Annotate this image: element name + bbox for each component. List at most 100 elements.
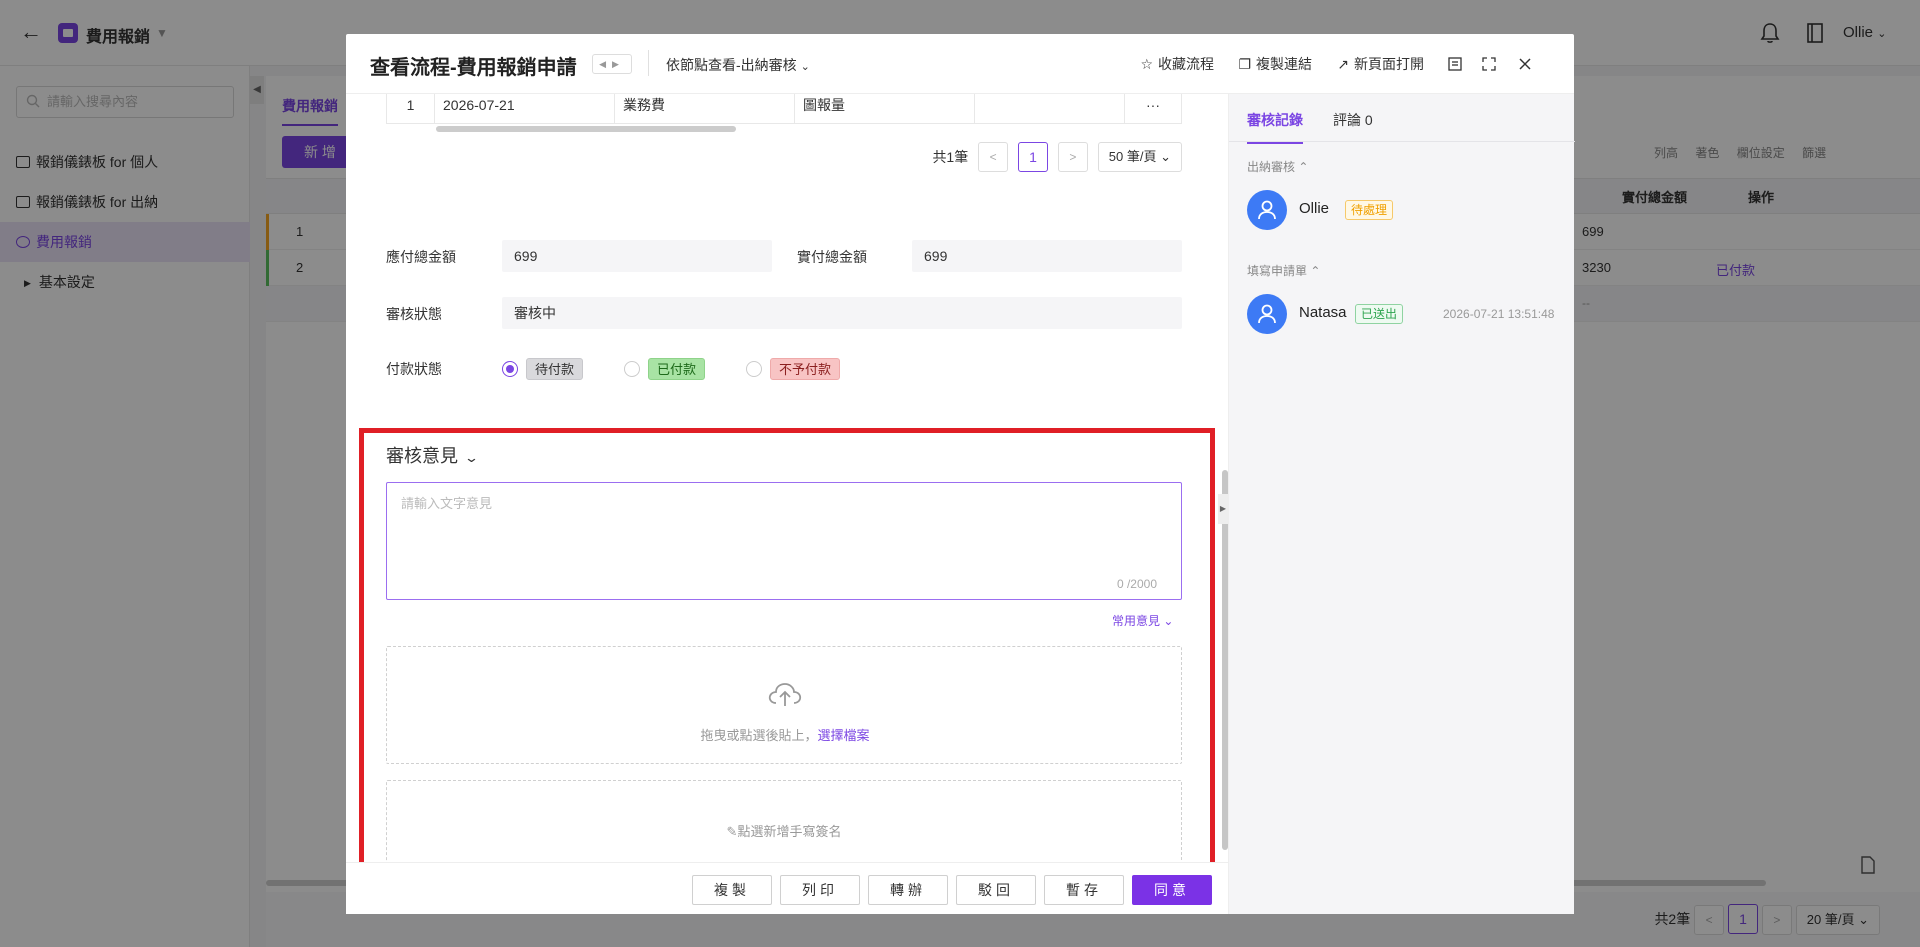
node-view-label: 依節點查看-出納審核: [666, 57, 797, 73]
tab-comments[interactable]: 評論 0: [1333, 110, 1373, 130]
tag-not-paid: 不予付款: [770, 358, 841, 380]
review-title: 審核意見: [386, 446, 458, 466]
review-opinion-textarea[interactable]: 請輸入文字意見 0 /2000: [386, 482, 1182, 600]
star-icon: ☆: [1140, 56, 1153, 72]
page-size-value: 50 筆/頁: [1108, 149, 1157, 164]
open-new-label: 新頁面打開: [1354, 56, 1424, 72]
tag-paid: 已付款: [648, 358, 706, 380]
fullscreen-icon[interactable]: [1482, 57, 1496, 71]
group-fill-form[interactable]: 填寫申請單 ⌃: [1247, 262, 1320, 279]
reviewer-name: Ollie: [1299, 200, 1330, 217]
file-upload-area[interactable]: 拖曳或點選後貼上，選擇檔案: [386, 646, 1182, 764]
detail-row-number: 1: [387, 94, 435, 123]
pencil-icon: ✎: [726, 824, 738, 839]
radio-pending[interactable]: 待付款: [502, 358, 584, 380]
next-page-button[interactable]: >: [1057, 142, 1088, 172]
payable-label: 應付總金額: [386, 249, 456, 265]
close-icon[interactable]: [1518, 57, 1532, 71]
copy-link-button[interactable]: ❐ 複製連結: [1238, 54, 1312, 74]
detail-table: 1 2026-07-21 業務費 圖報量 ···: [386, 94, 1182, 124]
signature-area[interactable]: ✎點選新增手寫簽名: [386, 780, 1182, 862]
external-link-icon: ↗: [1337, 56, 1349, 72]
chevron-down-icon: ⌄: [1163, 614, 1174, 628]
copy-icon: ❐: [1238, 56, 1251, 72]
radio-paid[interactable]: 已付款: [624, 358, 706, 380]
approve-button[interactable]: 同意: [1132, 875, 1212, 905]
right-panel-tabs: 審核記錄 評論 0: [1229, 94, 1575, 144]
payment-status-row: 付款狀態 待付款 已付款 不予付款: [386, 352, 1182, 384]
modal-title: 查看流程-費用報銷申請: [370, 57, 577, 79]
open-new-page-button[interactable]: ↗ 新頁面打開: [1337, 54, 1424, 74]
payment-status-label: 付款狀態: [386, 361, 442, 377]
radio-dot: [502, 361, 518, 377]
save-draft-button[interactable]: 暫存: [1044, 875, 1124, 905]
char-counter: 0 /2000: [1116, 577, 1157, 591]
chevron-up-icon: ⌃: [1298, 160, 1309, 174]
tab-review-records[interactable]: 審核記錄: [1247, 110, 1303, 144]
avatar: [1247, 190, 1287, 230]
applicant-entry: Natasa 已送出 2026-07-21 13:51:48: [1247, 294, 1567, 334]
textarea-placeholder: 請輸入文字意見: [401, 496, 493, 511]
submit-timestamp: 2026-07-21 13:51:48: [1443, 307, 1555, 321]
user-icon: [1258, 304, 1276, 324]
radio-dot: [624, 361, 640, 377]
radio-dot: [746, 361, 762, 377]
group-label: 填寫申請單: [1247, 264, 1308, 278]
review-record-panel: 審核記錄 評論 0 出納審核 ⌃ Ollie 待處理 填寫申請單 ⌃ Natas…: [1228, 94, 1575, 914]
user-icon: [1258, 200, 1276, 220]
common-opinions-dropdown[interactable]: 常用意見 ⌄: [1112, 612, 1173, 629]
pager-total: 共1筆: [932, 149, 969, 165]
transfer-button[interactable]: 轉辦: [868, 875, 948, 905]
more-actions-button[interactable]: ···: [1125, 94, 1181, 123]
payable-value: 699: [502, 240, 772, 272]
panel-icon[interactable]: [1448, 57, 1462, 71]
detail-pagination: 共1筆 < 1 > 50 筆/頁 ⌄: [926, 142, 1182, 172]
applicant-name: Natasa: [1299, 304, 1347, 321]
copy-link-label: 複製連結: [1256, 56, 1312, 72]
divider: [648, 50, 649, 76]
chevron-up-icon: ⌃: [1310, 264, 1321, 278]
reject-button[interactable]: 駁回: [956, 875, 1036, 905]
group-cashier-review[interactable]: 出納審核 ⌃: [1247, 158, 1308, 175]
modal-footer: 複製 列印 轉辦 駁回 暫存 同意: [346, 862, 1228, 914]
status-label: 審核狀態: [386, 306, 442, 322]
paid-label: 實付總金額: [797, 249, 867, 265]
select-file-link[interactable]: 選擇檔案: [818, 728, 870, 743]
cloud-upload-icon: [768, 683, 802, 706]
chevron-down-icon: ⌄: [463, 450, 480, 465]
upload-hint: 拖曳或點選後貼上，選擇檔案: [387, 725, 1183, 744]
status-value: 審核中: [502, 297, 1182, 329]
review-section-toggle[interactable]: 審核意見 ⌄: [386, 442, 480, 468]
signature-label: 點選新增手寫簽名: [737, 824, 842, 839]
prev-page-button[interactable]: <: [978, 142, 1009, 172]
node-view-select[interactable]: 依節點查看-出納審核 ⌄: [666, 55, 810, 75]
page-size-select[interactable]: 50 筆/頁 ⌄: [1097, 142, 1182, 172]
process-modal: 查看流程-費用報銷申請 ◀▶ 依節點查看-出納審核 ⌄ ☆ 收藏流程 ❐ 複製連結 …: [346, 34, 1575, 914]
page-1-button[interactable]: 1: [1018, 142, 1049, 172]
group-label: 出納審核: [1247, 160, 1296, 174]
form-scroll-area: 1 2026-07-21 業務費 圖報量 ··· 共1筆 < 1 > 50 筆/…: [346, 94, 1228, 862]
table-horizontal-scrollbar[interactable]: [436, 126, 736, 132]
amount-row: 應付總金額 699 實付總金額 699: [386, 240, 1182, 272]
favorite-button[interactable]: ☆ 收藏流程: [1140, 54, 1214, 74]
tag-pending: 待付款: [526, 358, 584, 380]
upload-text: 拖曳或點選後貼上，: [700, 728, 818, 743]
status-row: 審核狀態 審核中: [386, 297, 1182, 329]
detail-category: 業務費: [615, 94, 795, 123]
status-badge-sent: 已送出: [1355, 304, 1404, 324]
detail-cell: [975, 94, 1125, 123]
status-badge-pending: 待處理: [1345, 200, 1394, 220]
reviewer-entry: Ollie 待處理: [1247, 190, 1567, 230]
radio-not-paid[interactable]: 不予付款: [746, 358, 841, 380]
copy-button[interactable]: 複製: [692, 875, 772, 905]
panel-toggle-arrow[interactable]: ▶: [1218, 494, 1228, 524]
detail-date: 2026-07-21: [435, 94, 615, 123]
chevron-down-icon: ⌄: [800, 61, 810, 73]
prev-next-arrows[interactable]: ◀▶: [592, 54, 632, 74]
avatar: [1247, 294, 1287, 334]
favorite-label: 收藏流程: [1158, 56, 1214, 72]
print-button[interactable]: 列印: [780, 875, 860, 905]
common-opinions-label: 常用意見: [1112, 614, 1161, 628]
detail-item: 圖報量: [795, 94, 975, 123]
paid-value: 699: [912, 240, 1182, 272]
